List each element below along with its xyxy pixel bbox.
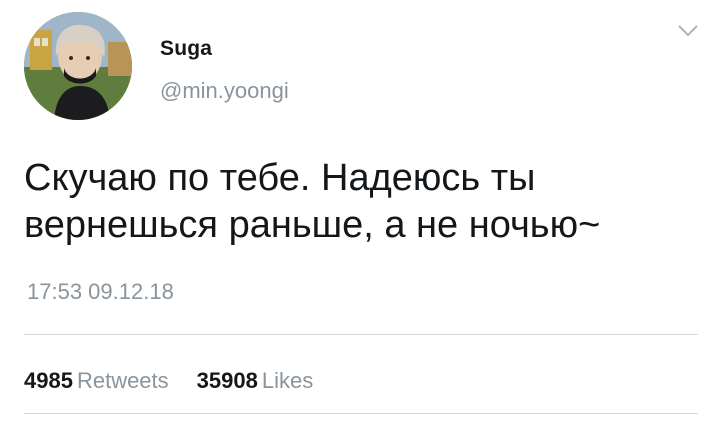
tweet-card: Suga @min.yoongi Скучаю по тебе. Надеюсь… — [0, 0, 706, 428]
author-handle[interactable]: @min.yoongi — [160, 78, 289, 104]
author-display-name[interactable]: Suga — [160, 37, 212, 61]
tweet-stats: 4985 Retweets 35908 Likes — [24, 368, 313, 394]
retweets-label: Retweets — [76, 368, 169, 393]
tweet-text: Скучаю по тебе. Надеюсь ты вернешься ран… — [24, 157, 601, 246]
retweets-count: 4985 — [24, 368, 73, 393]
likes-stat[interactable]: 35908 Likes — [197, 368, 314, 393]
retweets-stat[interactable]: 4985 Retweets — [24, 368, 169, 393]
divider — [24, 334, 698, 335]
divider — [24, 413, 698, 414]
likes-count: 35908 — [196, 368, 258, 393]
tweet-timestamp[interactable]: 17:53 09.12.18 — [27, 279, 174, 305]
avatar[interactable] — [24, 12, 132, 120]
chevron-down-icon[interactable] — [676, 22, 700, 40]
likes-label: Likes — [261, 368, 314, 393]
avatar-photo — [24, 12, 132, 120]
